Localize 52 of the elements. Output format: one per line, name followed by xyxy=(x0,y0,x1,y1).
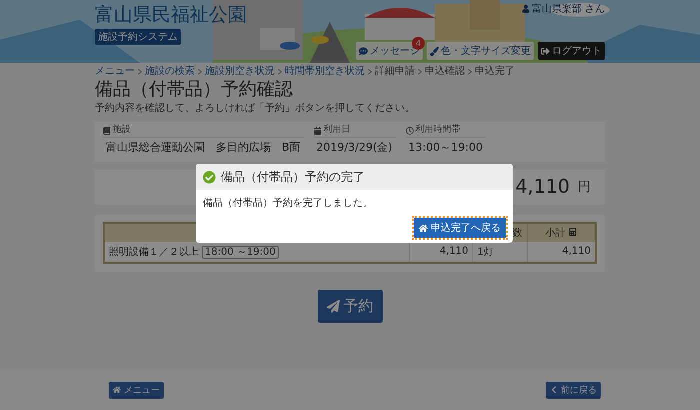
chevron-icon xyxy=(368,68,372,74)
chevron-icon xyxy=(550,386,558,394)
system-label: 施設予約システム xyxy=(95,29,181,45)
logout-icon xyxy=(541,46,550,56)
step-text: 申込完了 xyxy=(475,66,515,77)
page-title: 備品（付帯品）予約確認 xyxy=(95,79,294,101)
table-cell: 1灯 xyxy=(472,242,528,263)
check-icon xyxy=(203,170,216,184)
field-label: 利用時間帯 xyxy=(416,126,461,136)
item-name: 照明設備１／２以上 xyxy=(109,246,199,258)
calendar-icon xyxy=(314,126,322,135)
home-icon xyxy=(113,386,121,394)
paper-plane-icon xyxy=(326,300,340,313)
table-cell: 4,110 xyxy=(527,242,596,263)
brush-icon xyxy=(430,46,439,56)
time-tag: 18:00 ～19:00 xyxy=(202,246,279,259)
chevron-icon xyxy=(198,68,202,74)
reserve-button[interactable]: 予約 xyxy=(318,290,382,323)
breadcrumb-link[interactable]: メニュー xyxy=(95,66,135,77)
step-text: 申込確認 xyxy=(425,66,465,77)
field-label: 利用日 xyxy=(324,126,351,136)
return-button[interactable]: 申込完了へ戻る xyxy=(414,218,506,238)
breadcrumb-link[interactable]: 時間帯別空き状況 xyxy=(285,66,365,77)
menu-button[interactable]: メニュー xyxy=(109,382,164,398)
user-icon xyxy=(522,5,530,13)
instruction-text: 予約内容を確認して、よろしければ「予約」ボタンを押してください。 xyxy=(95,102,416,115)
total-amount: 4,110 xyxy=(516,176,570,198)
step-text: 詳細申請 xyxy=(375,66,415,77)
home-icon xyxy=(419,224,428,232)
field-label: 施設 xyxy=(113,126,131,136)
back-button[interactable]: 前に戻る xyxy=(546,382,601,398)
breadcrumb-link[interactable]: 施設別空き状況 xyxy=(205,66,275,77)
chevron-icon xyxy=(418,68,422,74)
chevron-icon xyxy=(138,68,142,74)
site-title: 富山県民福祉公園 xyxy=(95,3,247,28)
dialog-title: 備品（付帯品）予約の完了 xyxy=(221,168,365,186)
field-value: 13:00～19:00 xyxy=(408,140,484,155)
breadcrumb-link[interactable]: 施設の検索 xyxy=(145,66,195,77)
calculator-icon xyxy=(568,228,577,236)
dialog-message: 備品（付帯品）予約を完了しました。 xyxy=(203,196,374,210)
book-icon xyxy=(103,126,111,135)
logout-button[interactable]: ログアウト xyxy=(538,42,605,60)
chevron-icon xyxy=(468,68,472,74)
display-button[interactable]: 色・文字サイズ変更 xyxy=(427,42,534,60)
clock-icon xyxy=(406,126,414,135)
user-name: 富山県楽部 さん xyxy=(532,2,605,16)
field-value: 2019/3/29(金) xyxy=(316,140,394,155)
speech-bubble-icon xyxy=(359,46,368,56)
chevron-icon xyxy=(278,68,282,74)
currency-unit: 円 xyxy=(578,179,591,196)
header-cell: 小計 xyxy=(527,222,596,242)
field-value: 富山県総合運動公園 多目的広場 B面 xyxy=(105,140,302,155)
